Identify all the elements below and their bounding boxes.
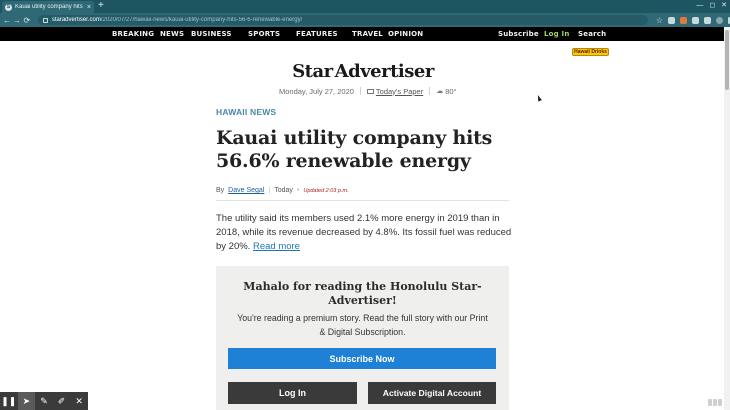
- forward-icon[interactable]: →: [12, 16, 22, 25]
- pen-tool-icon[interactable]: ✎: [35, 392, 53, 410]
- logo-word-advertiser: Advertiser: [334, 60, 435, 82]
- browser-tab[interactable]: S Kauai utility company hits 56.6 ×: [2, 1, 94, 13]
- article-headline: Kauai utility company hits 56.6% renewab…: [216, 127, 493, 172]
- cloud-icon: ☁: [436, 88, 444, 95]
- window-close-icon[interactable]: ✕: [721, 2, 727, 10]
- paywall-subtitle: You're reading a premium story. Read the…: [237, 313, 488, 337]
- url-text: staradvertiser.com/2020/07/27/hawaii-new…: [51, 17, 303, 23]
- nav-item-travel[interactable]: TRAVEL: [352, 30, 383, 38]
- updated-time: Updated 2:03 p.m.: [303, 187, 349, 194]
- pointer-tool-icon[interactable]: ➤: [17, 392, 36, 410]
- subscribe-link[interactable]: Subscribe: [498, 30, 539, 38]
- article-summary: The utility said its members used 2.1% m…: [216, 212, 512, 254]
- read-more-link[interactable]: Read more: [253, 241, 300, 252]
- divider: [216, 200, 509, 201]
- new-tab-button[interactable]: +: [98, 1, 104, 11]
- back-icon[interactable]: ←: [2, 16, 12, 25]
- extension-icon[interactable]: [667, 16, 675, 24]
- close-annotation-icon[interactable]: ✕: [70, 392, 88, 410]
- extension-icons: ☆: [656, 16, 730, 24]
- minimize-icon[interactable]: —: [696, 2, 703, 10]
- address-bar[interactable]: staradvertiser.com/2020/07/27/hawaii-new…: [37, 15, 648, 25]
- byline-prefix: By: [216, 187, 225, 194]
- section-label[interactable]: HAWAII NEWS: [216, 107, 276, 117]
- logo-word-star: Star: [292, 60, 333, 82]
- widget-bar: [708, 398, 712, 406]
- author-link[interactable]: Dave Segal: [228, 187, 264, 194]
- subscribe-now-button[interactable]: Subscribe Now: [228, 348, 496, 369]
- nav-item-features[interactable]: FEATURES: [296, 30, 338, 38]
- site-favicon-icon: S: [5, 3, 12, 11]
- paywall-panel: Mahalo for reading the Honolulu Star-Adv…: [216, 266, 509, 410]
- paywall-title: Mahalo for reading the Honolulu Star-Adv…: [243, 280, 482, 307]
- nav-item-sports[interactable]: SPORTS: [248, 30, 280, 38]
- window-controls: — ◻ ✕: [696, 2, 727, 10]
- profile-avatar-icon[interactable]: [715, 16, 723, 24]
- scrollbar-thumb[interactable]: [725, 30, 729, 90]
- site-nav-bar: BREAKING NEWS BUSINESS SPORTS FEATURES T…: [0, 27, 724, 41]
- highlighter-tool-icon[interactable]: ✐: [53, 392, 71, 410]
- newspaper-icon: [366, 88, 374, 94]
- nav-item-opinion[interactable]: OPINION: [388, 30, 423, 38]
- tab-close-icon[interactable]: ×: [87, 4, 91, 11]
- tab-title: Kauai utility company hits 56.6: [15, 4, 84, 10]
- maximize-icon[interactable]: ◻: [709, 2, 715, 10]
- search-link[interactable]: Search: [578, 30, 606, 38]
- nav-item-business[interactable]: BUSINESS: [191, 30, 232, 38]
- lock-icon: [42, 17, 48, 23]
- todays-paper-link[interactable]: Today's Paper: [366, 87, 423, 96]
- widget-bar: [718, 398, 722, 406]
- nav-item-breaking[interactable]: BREAKING: [112, 30, 154, 38]
- publish-time: Today: [274, 187, 293, 194]
- activate-digital-account-button[interactable]: Activate Digital Account: [368, 382, 496, 404]
- nav-item-news[interactable]: NEWS: [160, 30, 184, 38]
- divider: |: [268, 187, 271, 194]
- temperature: 80°: [445, 86, 457, 96]
- widget-bar: [713, 398, 717, 406]
- floating-widget-icon[interactable]: [708, 397, 722, 407]
- pause-icon[interactable]: ❚❚: [0, 392, 18, 410]
- browser-tab-bar: S Kauai utility company hits 56.6 × + — …: [0, 0, 730, 13]
- annotation-toolbar: ❚❚ ➤ ✎ ✐ ✕: [0, 392, 88, 410]
- site-logo[interactable]: Star Advertiser: [292, 58, 434, 84]
- divider: [359, 87, 361, 95]
- extension-icon[interactable]: [679, 16, 687, 24]
- divider: •: [296, 187, 300, 194]
- extension-icon[interactable]: [691, 16, 699, 24]
- browser-toolbar: ← → ⟳ staradvertiser.com/2020/07/27/hawa…: [0, 13, 730, 27]
- login-button[interactable]: Log In: [228, 382, 357, 404]
- weather[interactable]: ☁ 80°: [436, 87, 456, 96]
- promo-badge[interactable]: Hawaii Drinks: [572, 48, 609, 56]
- divider: [429, 87, 431, 95]
- reload-icon[interactable]: ⟳: [22, 16, 32, 25]
- byline: By Dave Segal | Today • Updated 2:03 p.m…: [216, 186, 349, 195]
- login-link[interactable]: Log In: [544, 30, 570, 38]
- mouse-cursor-icon: [536, 94, 542, 102]
- puzzle-icon[interactable]: [703, 16, 711, 24]
- dateline: Monday, July 27, 2020 Today's Paper ☁ 80°: [279, 86, 457, 96]
- current-date: Monday, July 27, 2020: [279, 86, 354, 96]
- bookmark-star-icon[interactable]: ☆: [656, 16, 663, 24]
